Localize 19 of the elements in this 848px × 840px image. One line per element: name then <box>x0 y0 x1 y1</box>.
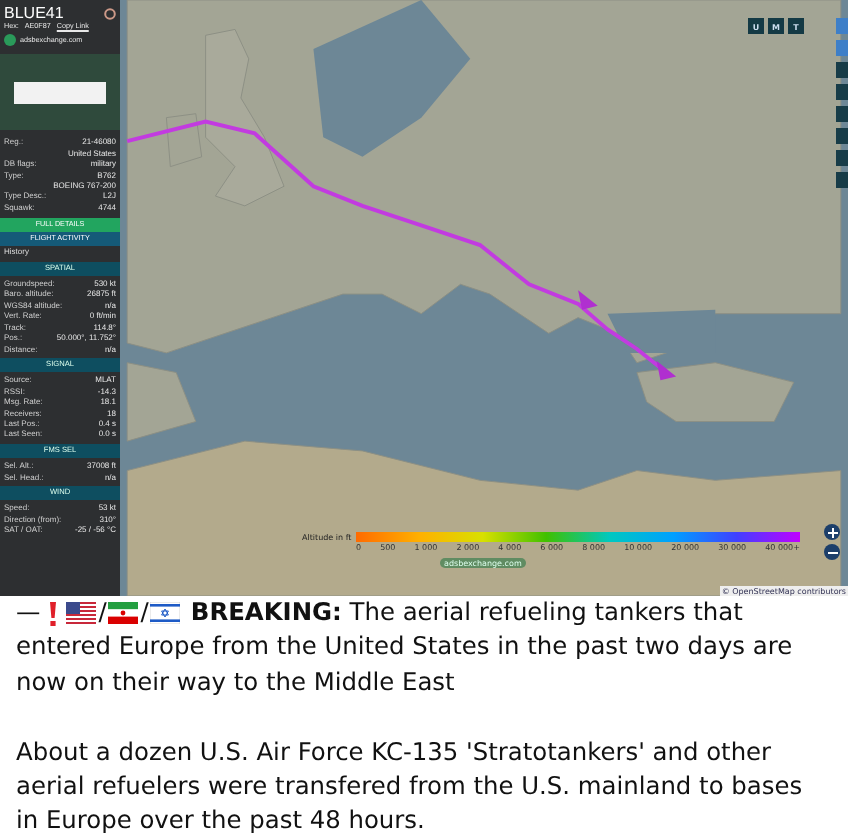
israel-flag-icon <box>150 602 181 625</box>
headline-continuation: entered Europe from the United States in the past two days are now on their way to the Middle East <box>16 630 795 700</box>
separator: / <box>98 596 107 630</box>
aircraft-icon[interactable] <box>578 290 598 310</box>
exclamation-icon <box>48 601 59 626</box>
headline-text: BREAKING: The aerial refueling tankers that <box>190 596 743 630</box>
post-body-paragraph: About a dozen U.S. Air Force KC-135 'Stratotankers' and other aerial refuelers were transfered from the U.S. mainland to bases in Europe over the past 48 hours. <box>16 735 805 839</box>
minus-icon <box>827 547 837 557</box>
plus-icon <box>827 527 837 537</box>
iran-flag-icon <box>108 602 139 625</box>
us-flag-icon <box>66 602 97 625</box>
aircraft-icon[interactable] <box>656 360 677 381</box>
gear-icon[interactable] <box>104 7 116 19</box>
site-logo-icon <box>4 34 16 47</box>
aircraft-photo-placeholder <box>14 81 106 104</box>
callsign: BLUE41 <box>4 4 64 22</box>
dash: — <box>16 596 41 630</box>
peninsula-shape <box>126 362 197 442</box>
separator: / <box>140 596 149 630</box>
